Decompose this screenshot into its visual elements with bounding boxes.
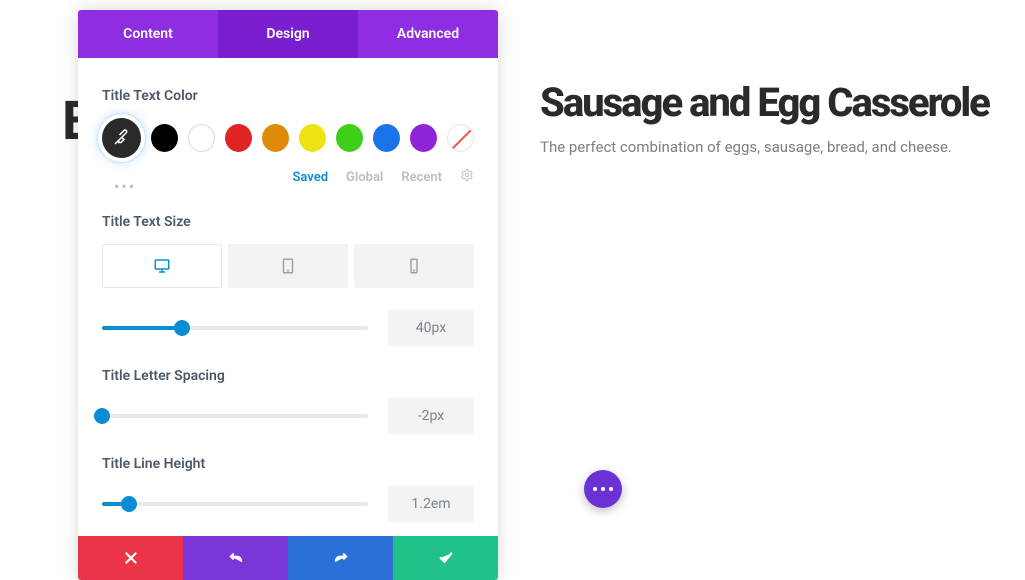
palette-tab-recent[interactable]: Recent	[401, 170, 442, 185]
swatch-black[interactable]	[151, 124, 178, 152]
redo-button[interactable]	[288, 536, 393, 580]
letter-spacing-slider[interactable]	[102, 414, 368, 418]
settings-panel: Content Design Advanced Title Text Color…	[78, 10, 498, 580]
line-height-slider[interactable]	[102, 502, 368, 506]
title-size-slider[interactable]	[102, 326, 368, 330]
device-segmented	[102, 244, 474, 288]
swatch-red[interactable]	[225, 124, 252, 152]
swatch-purple[interactable]	[410, 124, 437, 152]
cancel-button[interactable]	[78, 536, 183, 580]
title-size-label: Title Text Size	[102, 214, 474, 230]
line-height-label: Title Line Height	[102, 456, 474, 472]
swatch-orange[interactable]	[262, 124, 289, 152]
swatch-white[interactable]	[188, 124, 215, 152]
preview-title: Sausage and Egg Casserole	[540, 82, 989, 124]
device-desktop[interactable]	[102, 244, 222, 288]
more-dots-icon[interactable]: •••	[114, 177, 136, 196]
letter-spacing-label: Title Letter Spacing	[102, 368, 474, 384]
palette-tab-bar: Saved Global Recent	[292, 168, 474, 186]
title-size-value[interactable]: 40px	[388, 310, 474, 346]
fab-more[interactable]	[584, 470, 622, 508]
eyedropper-swatch[interactable]	[102, 118, 141, 158]
confirm-button[interactable]	[393, 536, 498, 580]
footer-action-bar	[78, 536, 498, 580]
tab-advanced[interactable]: Advanced	[358, 10, 498, 58]
letter-spacing-slider-row: -2px	[102, 398, 474, 434]
undo-button[interactable]	[183, 536, 288, 580]
title-size-slider-row: 40px	[102, 310, 474, 346]
tab-design[interactable]: Design	[218, 10, 358, 58]
swatch-blue[interactable]	[373, 124, 400, 152]
color-swatch-row	[102, 118, 474, 158]
swatch-yellow[interactable]	[299, 124, 326, 152]
tab-bar: Content Design Advanced	[78, 10, 498, 58]
line-height-value[interactable]: 1.2em	[388, 486, 474, 522]
line-height-slider-row: 1.2em	[102, 486, 474, 522]
gear-icon[interactable]	[460, 168, 474, 186]
title-color-label: Title Text Color	[102, 88, 474, 104]
tab-content[interactable]: Content	[78, 10, 218, 58]
letter-spacing-value[interactable]: -2px	[388, 398, 474, 434]
preview-subtitle: The perfect combination of eggs, sausage…	[540, 138, 989, 156]
palette-tab-global[interactable]: Global	[346, 170, 383, 185]
device-tablet[interactable]	[228, 244, 348, 288]
palette-tab-saved[interactable]: Saved	[292, 170, 328, 185]
swatch-clear[interactable]	[447, 124, 474, 152]
device-phone[interactable]	[354, 244, 474, 288]
preview-pane: Sausage and Egg Casserole The perfect co…	[540, 82, 989, 156]
swatch-green[interactable]	[336, 124, 363, 152]
